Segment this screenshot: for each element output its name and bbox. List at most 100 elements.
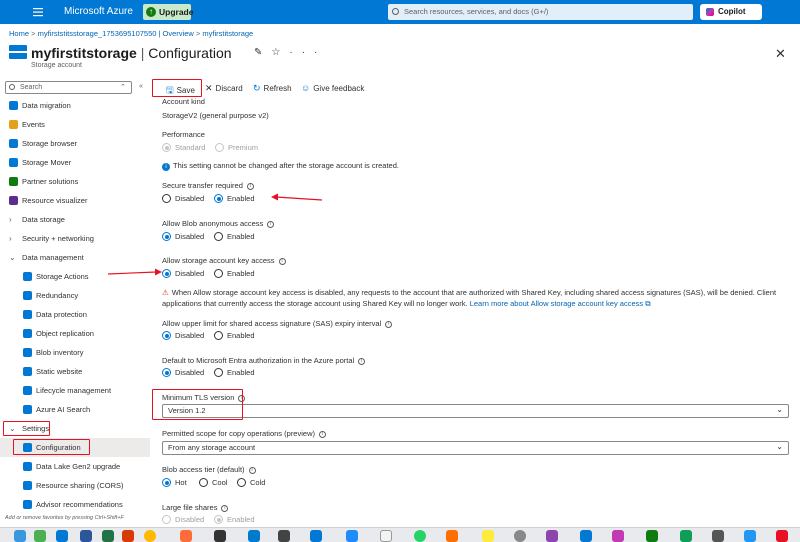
- app-icon[interactable]: [646, 530, 658, 542]
- key-access-disabled-radio[interactable]: Disabled: [162, 269, 204, 278]
- app-icon[interactable]: [612, 530, 624, 542]
- secure-transfer-enabled-label: Enabled: [227, 194, 255, 203]
- sidebar-item-data-management[interactable]: ⌄ Data management: [0, 248, 150, 267]
- settings-icon[interactable]: [514, 530, 526, 542]
- sas-limit-disabled-radio[interactable]: Disabled: [162, 331, 204, 340]
- breadcrumb-current[interactable]: myfirstitstorage: [202, 29, 253, 38]
- app-icon[interactable]: [482, 530, 494, 542]
- external-link-icon: ⧉: [643, 299, 651, 308]
- info-icon[interactable]: i: [358, 358, 366, 365]
- secure-transfer-enabled-radio[interactable]: Enabled: [214, 194, 255, 203]
- expand-collapse-icon[interactable]: ⌃: [120, 83, 126, 91]
- app-icon[interactable]: [446, 530, 458, 542]
- info-icon[interactable]: i: [248, 467, 256, 474]
- widgets-icon[interactable]: [14, 530, 26, 542]
- key-access-enabled-radio[interactable]: Enabled: [214, 269, 255, 278]
- info-icon[interactable]: i: [246, 183, 254, 190]
- postman-icon[interactable]: [180, 530, 192, 542]
- brand-title[interactable]: Microsoft Azure: [64, 6, 133, 17]
- sidebar-item-data-protection[interactable]: Data protection: [0, 305, 150, 324]
- info-icon[interactable]: i: [221, 505, 229, 512]
- key-access-learn-more-link[interactable]: Learn more about Allow storage account k…: [470, 299, 643, 308]
- discard-button[interactable]: ✕ Discard: [205, 83, 243, 94]
- sidebar-item-azure-ai-search[interactable]: Azure AI Search: [0, 400, 150, 419]
- close-button[interactable]: ✕: [775, 46, 786, 62]
- page-subtitle: Storage account: [31, 62, 82, 69]
- app-icon[interactable]: [744, 530, 756, 542]
- breadcrumb-overview[interactable]: myfirststitsstorage_1753695107550 | Over…: [38, 29, 194, 38]
- blob-inventory-icon: [23, 348, 32, 357]
- tier-hot-radio[interactable]: Hot: [162, 478, 187, 487]
- sidebar-item-partner-solutions[interactable]: Partner solutions: [0, 172, 150, 191]
- tls-version-select[interactable]: Version 1.2 ⌄: [162, 404, 789, 418]
- teams-icon[interactable]: [56, 530, 68, 542]
- sidebar-item-resource-visualizer[interactable]: Resource visualizer: [0, 191, 150, 210]
- global-search-input[interactable]: Search resources, services, and docs (G+…: [388, 4, 693, 20]
- performance-standard-radio: Standard: [162, 143, 205, 152]
- app-icon[interactable]: [122, 530, 134, 542]
- app-icon[interactable]: [580, 530, 592, 542]
- info-icon[interactable]: i: [267, 221, 275, 228]
- feedback-button[interactable]: ☺ Give feedback: [301, 83, 364, 93]
- sidebar-item-object-replication[interactable]: Object replication: [0, 324, 150, 343]
- tier-cool-radio[interactable]: Cool: [199, 478, 227, 487]
- upgrade-button[interactable]: ↑ Upgrade: [143, 4, 193, 20]
- sidebar-item-lifecycle-management[interactable]: Lifecycle management: [0, 381, 150, 400]
- terminal-icon[interactable]: [278, 530, 290, 542]
- info-icon[interactable]: i: [278, 258, 286, 265]
- sidebar-item-data-storage[interactable]: › Data storage: [0, 210, 150, 229]
- breadcrumb-home[interactable]: Home: [9, 29, 29, 38]
- sidebar-item-blob-inventory[interactable]: Blob inventory: [0, 343, 150, 362]
- word-icon[interactable]: [80, 530, 92, 542]
- secure-transfer-disabled-radio[interactable]: Disabled: [162, 194, 204, 203]
- account-kind-value: StorageV2 (general purpose v2): [162, 111, 269, 120]
- excel-icon[interactable]: [102, 530, 114, 542]
- sidebar-item-label: Lifecycle management: [36, 386, 112, 395]
- app-icon[interactable]: [712, 530, 724, 542]
- anon-access-enabled-label: Enabled: [227, 232, 255, 241]
- sidebar-item-storage-browser[interactable]: Storage browser: [0, 134, 150, 153]
- app-icon[interactable]: [776, 530, 788, 542]
- app-icon[interactable]: [546, 530, 558, 542]
- search-icon: [9, 84, 15, 90]
- app-icon[interactable]: [680, 530, 692, 542]
- info-icon[interactable]: i: [385, 321, 393, 328]
- blade-name: Configuration: [148, 45, 232, 61]
- anon-access-enabled-radio[interactable]: Enabled: [214, 232, 255, 241]
- secure-transfer-text: Secure transfer required: [162, 181, 243, 190]
- notion-icon[interactable]: [214, 530, 226, 542]
- sidebar-item-events[interactable]: Events: [0, 115, 150, 134]
- tier-cold-radio[interactable]: Cold: [237, 478, 265, 487]
- vscode-icon[interactable]: [248, 530, 260, 542]
- sidebar-item-data-lake-gen2-upgrade[interactable]: Data Lake Gen2 upgrade: [0, 457, 150, 476]
- entra-enabled-radio[interactable]: Enabled: [214, 368, 255, 377]
- large-file-disabled-radio: Disabled: [162, 515, 204, 524]
- sidebar-item-label: Advisor recommendations: [36, 500, 123, 509]
- sidebar-item-advisor-recommendations[interactable]: Advisor recommendations: [0, 495, 150, 514]
- copilot-button[interactable]: Copilot: [700, 4, 762, 20]
- pin-icon[interactable]: ✎: [254, 47, 271, 58]
- chrome-icon[interactable]: [144, 530, 156, 542]
- sidebar-item-resource-sharing-cors[interactable]: Resource sharing (CORS): [0, 476, 150, 495]
- more-icon[interactable]: ···: [289, 47, 326, 58]
- sidebar-item-data-migration[interactable]: Data migration: [0, 96, 150, 115]
- entra-disabled-radio[interactable]: Disabled: [162, 368, 204, 377]
- sidebar-item-redundancy[interactable]: Redundancy: [0, 286, 150, 305]
- sidebar-item-storage-mover[interactable]: Storage Mover: [0, 153, 150, 172]
- star-icon[interactable]: ☆: [271, 47, 289, 58]
- copy-scope-select[interactable]: From any storage account ⌄: [162, 441, 789, 455]
- app-icon[interactable]: [346, 530, 358, 542]
- info-icon[interactable]: i: [319, 431, 326, 438]
- menu-icon[interactable]: [32, 5, 44, 19]
- app-icon[interactable]: [310, 530, 322, 542]
- anon-access-disabled-radio[interactable]: Disabled: [162, 232, 204, 241]
- sas-limit-enabled-radio[interactable]: Enabled: [214, 331, 255, 340]
- app-icon[interactable]: [380, 530, 392, 542]
- collapse-nav-icon[interactable]: «: [139, 83, 143, 90]
- sidebar-item-security-networking[interactable]: › Security + networking: [0, 229, 150, 248]
- refresh-button[interactable]: ↻ Refresh: [253, 83, 292, 94]
- weather-icon[interactable]: [34, 530, 46, 542]
- sidebar-search-input[interactable]: Search: [5, 81, 132, 94]
- sidebar-item-static-website[interactable]: Static website: [0, 362, 150, 381]
- whatsapp-icon[interactable]: [414, 530, 426, 542]
